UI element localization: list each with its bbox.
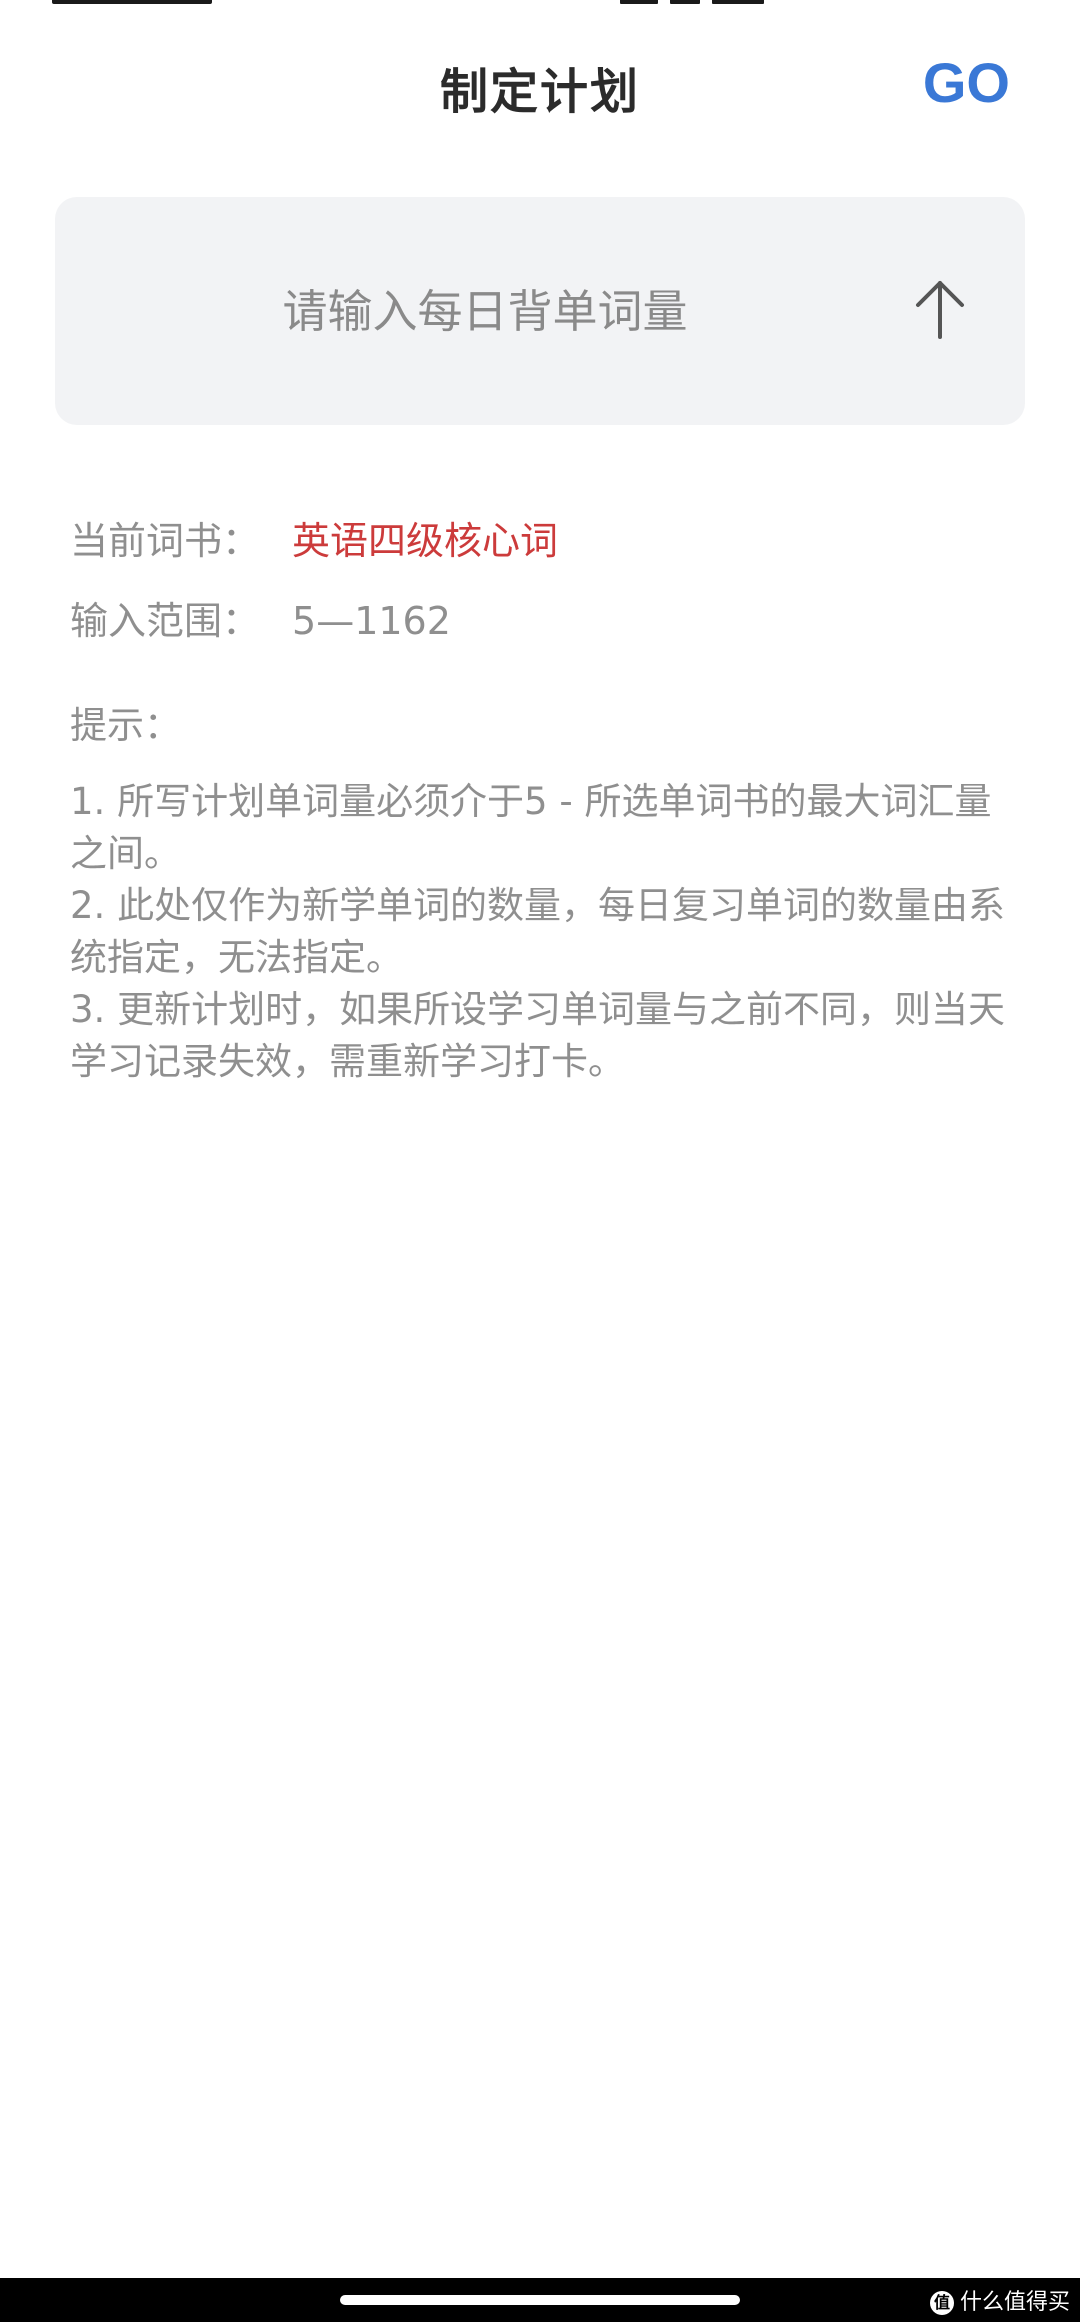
- tips-section: 提示： 1. 所写计划单词量必须介于5 - 所选单词书的最大词汇量之间。 2. …: [70, 700, 1020, 1088]
- daily-words-input[interactable]: [55, 197, 875, 425]
- arrow-up-icon[interactable]: [910, 275, 970, 345]
- wifi-icon: [670, 0, 700, 4]
- current-book-label: 当前词书：: [70, 519, 261, 563]
- watermark: 值什么值得买: [929, 2284, 1070, 2316]
- battery-icon: [712, 0, 764, 4]
- input-range-row: 输入范围： 5—1162: [70, 590, 451, 645]
- watermark-text: 什么值得买: [959, 2290, 1070, 2315]
- go-button[interactable]: GO: [923, 50, 1010, 115]
- tip-item: 3. 更新计划时，如果所设学习单词量与之前不同，则当天学习记录失效，需重新学习打…: [70, 988, 1006, 1083]
- status-time: [52, 0, 212, 4]
- input-range-value: 5—1162: [292, 599, 451, 643]
- watermark-logo-icon: 值: [929, 2291, 954, 2315]
- header: 制定计划 GO: [0, 40, 1080, 130]
- status-icons: [620, 0, 810, 4]
- daily-words-card: [55, 197, 1025, 425]
- input-range-label: 输入范围：: [70, 599, 261, 643]
- plan-screen: 制定计划 GO 当前词书： 英语四级核心词 输入范围： 5—1162 提示： 1. …: [0, 0, 1080, 2322]
- tip-item: 1. 所写计划单词量必须介于5 - 所选单词书的最大词汇量之间。: [70, 780, 992, 875]
- current-book-value: 英语四级核心词: [292, 519, 559, 563]
- bottom-bar: 值什么值得买: [0, 2278, 1080, 2322]
- page-title: 制定计划: [439, 64, 640, 120]
- tips-title: 提示：: [70, 704, 181, 747]
- signal-icon: [620, 0, 658, 4]
- status-bar: [0, 0, 1080, 8]
- current-book-row: 当前词书： 英语四级核心词: [70, 510, 558, 565]
- tip-item: 2. 此处仅作为新学单词的数量，每日复习单词的数量由系统指定，无法指定。: [70, 884, 1006, 979]
- home-indicator[interactable]: [340, 2295, 740, 2305]
